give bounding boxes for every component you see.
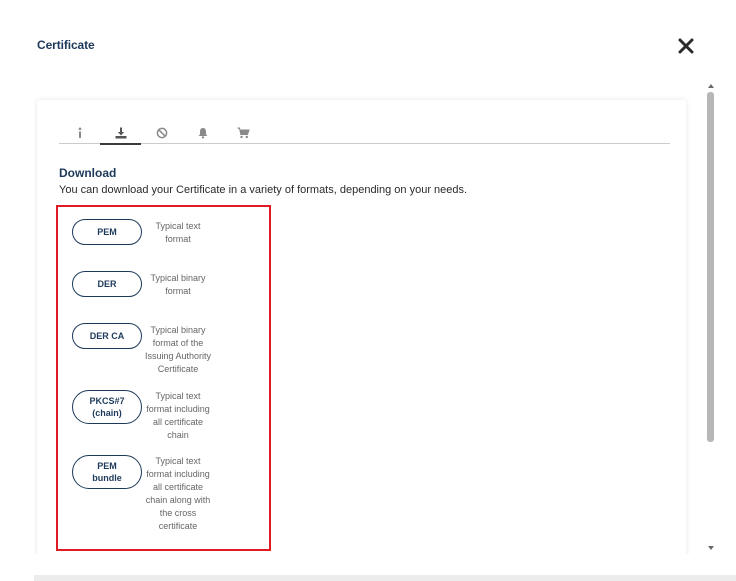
der-description: Typical binary format (144, 272, 212, 298)
der-ca-button-label: DER CA (89, 331, 125, 341)
pem-button-label: PEM (97, 227, 117, 237)
der-ca-desc-line: Typical binary (150, 325, 206, 335)
certificate-dialog: Certificate Download You can download yo… (0, 0, 736, 575)
tab-cart[interactable] (223, 122, 264, 144)
pem-desc-line: format (165, 234, 191, 244)
pem-bundle-label-line: PEM (97, 461, 117, 471)
pkcs7-desc-line: Typical text (155, 391, 201, 401)
pkcs7-desc-line: all certificate (152, 417, 204, 427)
download-icon (115, 127, 126, 138)
pkcs7-description: Typical text format including all certif… (144, 390, 212, 442)
pkcs7-label-line: (chain) (92, 408, 122, 418)
vertical-scrollbar[interactable] (706, 84, 716, 554)
pem-bundle-button-label: PEM bundle (92, 460, 122, 484)
tab-bar (59, 122, 670, 145)
pkcs7-label-line: PKCS#7 (89, 396, 125, 406)
info-icon (78, 127, 81, 138)
tab-notifications[interactable] (182, 122, 223, 144)
pkcs7-desc-line: chain (167, 430, 189, 440)
dialog-scroll-area[interactable]: Download You can download your Certifica… (34, 84, 716, 554)
pkcs7-chain-download-button[interactable]: PKCS#7 (chain) (72, 390, 142, 424)
pem-bundle-desc-line: Typical text (155, 456, 201, 466)
tab-download[interactable] (100, 122, 141, 145)
pem-bundle-desc-line: certificate (158, 521, 198, 531)
der-ca-desc-line: Certificate (157, 364, 199, 374)
close-icon (678, 38, 694, 54)
scroll-up-arrow[interactable] (708, 84, 714, 88)
der-download-button[interactable]: DER (72, 271, 142, 297)
pem-bundle-desc-line: the cross (159, 508, 197, 518)
tab-revoke[interactable] (141, 122, 182, 144)
bottom-edge (34, 575, 736, 581)
der-ca-download-button[interactable]: DER CA (72, 323, 142, 349)
download-heading: Download (59, 166, 117, 180)
der-desc-line: Typical binary (150, 273, 206, 283)
der-desc-line: format (165, 286, 191, 296)
pem-bundle-desc-line: chain along with (145, 495, 211, 505)
pem-download-button[interactable]: PEM (72, 219, 142, 245)
pem-desc-line: Typical text (155, 221, 201, 231)
formats-highlight-box: PEM Typical text format DER Typical bina… (56, 205, 271, 551)
certificate-card: Download You can download your Certifica… (37, 100, 686, 554)
revoke-icon (156, 127, 167, 139)
der-button-label: DER (97, 279, 117, 289)
pem-bundle-desc-line: all certificate (152, 482, 204, 492)
pem-bundle-label-line: bundle (92, 473, 122, 483)
pem-bundle-description: Typical text format including all certif… (144, 455, 212, 533)
pkcs7-button-label: PKCS#7 (chain) (89, 395, 124, 419)
cart-icon (237, 127, 250, 139)
pem-bundle-download-button[interactable]: PEM bundle (72, 455, 142, 489)
der-ca-desc-line: Issuing Authority (144, 351, 212, 361)
pem-bundle-desc-line: format including (146, 469, 210, 479)
pem-description: Typical text format (144, 220, 212, 246)
der-ca-description: Typical binary format of the Issuing Aut… (144, 324, 212, 376)
dialog-title: Certificate (37, 38, 95, 52)
bell-icon (198, 128, 207, 139)
scrollbar-thumb[interactable] (707, 92, 714, 442)
tab-info[interactable] (59, 122, 100, 144)
close-button[interactable] (676, 36, 696, 56)
der-ca-desc-line: format of the (152, 338, 204, 348)
pkcs7-desc-line: format including (146, 404, 210, 414)
scroll-down-arrow[interactable] (708, 546, 714, 550)
download-description: You can download your Certificate in a v… (59, 184, 468, 196)
